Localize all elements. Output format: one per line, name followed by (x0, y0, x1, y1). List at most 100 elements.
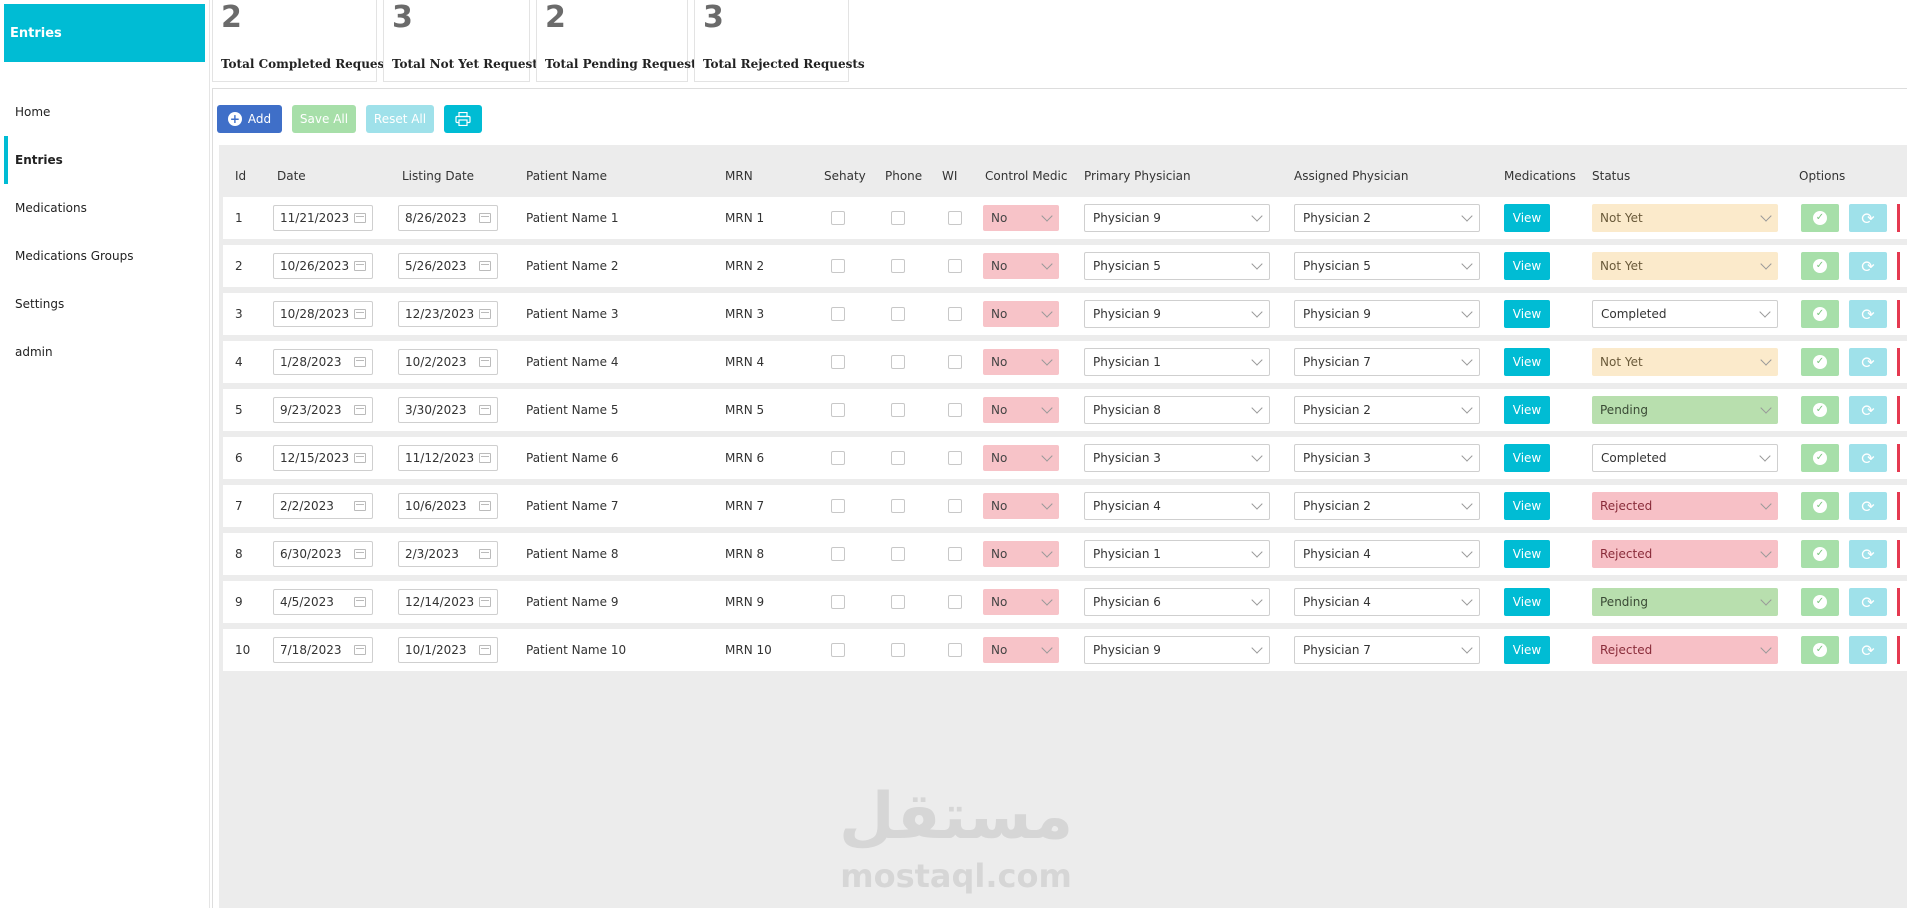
view-medications-button[interactable]: View (1504, 396, 1550, 424)
listing-date-input[interactable]: 10/1/2023 (398, 637, 498, 663)
calendar-icon[interactable] (479, 261, 491, 271)
assigned-physician-select[interactable]: Physician 7 (1294, 636, 1480, 664)
view-medications-button[interactable]: View (1504, 252, 1550, 280)
sehaty-checkbox[interactable] (831, 643, 845, 657)
status-select[interactable]: Completed (1592, 300, 1778, 328)
refresh-button[interactable]: ⟳ (1849, 588, 1887, 616)
listing-date-input[interactable]: 10/6/2023 (398, 493, 498, 519)
refresh-button[interactable]: ⟳ (1849, 252, 1887, 280)
view-medications-button[interactable]: View (1504, 588, 1550, 616)
refresh-button[interactable]: ⟳ (1849, 204, 1887, 232)
calendar-icon[interactable] (479, 213, 491, 223)
phone-checkbox[interactable] (891, 403, 905, 417)
control-medic-select[interactable]: No (983, 589, 1059, 615)
wi-checkbox[interactable] (948, 211, 962, 225)
sehaty-checkbox[interactable] (831, 355, 845, 369)
calendar-icon[interactable] (354, 549, 366, 559)
primary-physician-select[interactable]: Physician 6 (1084, 588, 1270, 616)
phone-checkbox[interactable] (891, 499, 905, 513)
reset-all-button[interactable]: Reset All (366, 105, 434, 133)
phone-checkbox[interactable] (891, 355, 905, 369)
calendar-icon[interactable] (479, 309, 491, 319)
control-medic-select[interactable]: No (983, 349, 1059, 375)
calendar-icon[interactable] (479, 549, 491, 559)
control-medic-select[interactable]: No (983, 541, 1059, 567)
refresh-button[interactable]: ⟳ (1849, 396, 1887, 424)
date-input[interactable]: 4/5/2023 (273, 589, 373, 615)
approve-button[interactable]: ✓ (1801, 300, 1839, 328)
primary-physician-select[interactable]: Physician 9 (1084, 204, 1270, 232)
column-header[interactable]: Medications (1504, 169, 1576, 183)
date-input[interactable]: 12/15/2023 (273, 445, 373, 471)
refresh-button[interactable]: ⟳ (1849, 444, 1887, 472)
calendar-icon[interactable] (354, 405, 366, 415)
view-medications-button[interactable]: View (1504, 636, 1550, 664)
approve-button[interactable]: ✓ (1801, 348, 1839, 376)
sidebar-item-home[interactable]: Home (0, 88, 210, 136)
calendar-icon[interactable] (479, 357, 491, 367)
calendar-icon[interactable] (354, 261, 366, 271)
column-header[interactable]: Sehaty (824, 169, 866, 183)
phone-checkbox[interactable] (891, 547, 905, 561)
date-input[interactable]: 9/23/2023 (273, 397, 373, 423)
status-select[interactable]: Completed (1592, 444, 1778, 472)
refresh-button[interactable]: ⟳ (1849, 348, 1887, 376)
wi-checkbox[interactable] (948, 259, 962, 273)
approve-button[interactable]: ✓ (1801, 588, 1839, 616)
date-input[interactable]: 6/30/2023 (273, 541, 373, 567)
phone-checkbox[interactable] (891, 211, 905, 225)
assigned-physician-select[interactable]: Physician 5 (1294, 252, 1480, 280)
delete-button[interactable] (1897, 252, 1900, 280)
wi-checkbox[interactable] (948, 643, 962, 657)
phone-checkbox[interactable] (891, 595, 905, 609)
wi-checkbox[interactable] (948, 355, 962, 369)
wi-checkbox[interactable] (948, 595, 962, 609)
add-button[interactable]: + Add (217, 105, 282, 133)
column-header[interactable]: MRN (725, 169, 753, 183)
delete-button[interactable] (1897, 348, 1900, 376)
approve-button[interactable]: ✓ (1801, 540, 1839, 568)
sehaty-checkbox[interactable] (831, 211, 845, 225)
print-button[interactable] (444, 105, 482, 133)
listing-date-input[interactable]: 12/23/2023 (398, 301, 498, 327)
delete-button[interactable] (1897, 588, 1900, 616)
primary-physician-select[interactable]: Physician 3 (1084, 444, 1270, 472)
refresh-button[interactable]: ⟳ (1849, 636, 1887, 664)
column-header[interactable]: Status (1592, 169, 1630, 183)
calendar-icon[interactable] (354, 309, 366, 319)
assigned-physician-select[interactable]: Physician 3 (1294, 444, 1480, 472)
status-select[interactable]: Not Yet (1592, 348, 1778, 376)
assigned-physician-select[interactable]: Physician 2 (1294, 204, 1480, 232)
primary-physician-select[interactable]: Physician 9 (1084, 636, 1270, 664)
status-select[interactable]: Pending (1592, 396, 1778, 424)
calendar-icon[interactable] (354, 357, 366, 367)
date-input[interactable]: 1/28/2023 (273, 349, 373, 375)
approve-button[interactable]: ✓ (1801, 396, 1839, 424)
column-header[interactable]: Control Medic (985, 169, 1067, 183)
calendar-icon[interactable] (479, 453, 491, 463)
delete-button[interactable] (1897, 540, 1900, 568)
wi-checkbox[interactable] (948, 547, 962, 561)
control-medic-select[interactable]: No (983, 397, 1059, 423)
control-medic-select[interactable]: No (983, 253, 1059, 279)
sidebar-item-medications[interactable]: Medications (0, 184, 210, 232)
date-input[interactable]: 2/2/2023 (273, 493, 373, 519)
wi-checkbox[interactable] (948, 451, 962, 465)
calendar-icon[interactable] (479, 645, 491, 655)
primary-physician-select[interactable]: Physician 1 (1084, 540, 1270, 568)
date-input[interactable]: 7/18/2023 (273, 637, 373, 663)
control-medic-select[interactable]: No (983, 493, 1059, 519)
listing-date-input[interactable]: 5/26/2023 (398, 253, 498, 279)
sidebar-item-settings[interactable]: Settings (0, 280, 210, 328)
wi-checkbox[interactable] (948, 499, 962, 513)
sidebar-item-medications-groups[interactable]: Medications Groups (0, 232, 210, 280)
primary-physician-select[interactable]: Physician 5 (1084, 252, 1270, 280)
sehaty-checkbox[interactable] (831, 547, 845, 561)
wi-checkbox[interactable] (948, 403, 962, 417)
calendar-icon[interactable] (479, 405, 491, 415)
sehaty-checkbox[interactable] (831, 451, 845, 465)
column-header[interactable]: Primary Physician (1084, 169, 1191, 183)
assigned-physician-select[interactable]: Physician 7 (1294, 348, 1480, 376)
calendar-icon[interactable] (479, 501, 491, 511)
assigned-physician-select[interactable]: Physician 2 (1294, 492, 1480, 520)
